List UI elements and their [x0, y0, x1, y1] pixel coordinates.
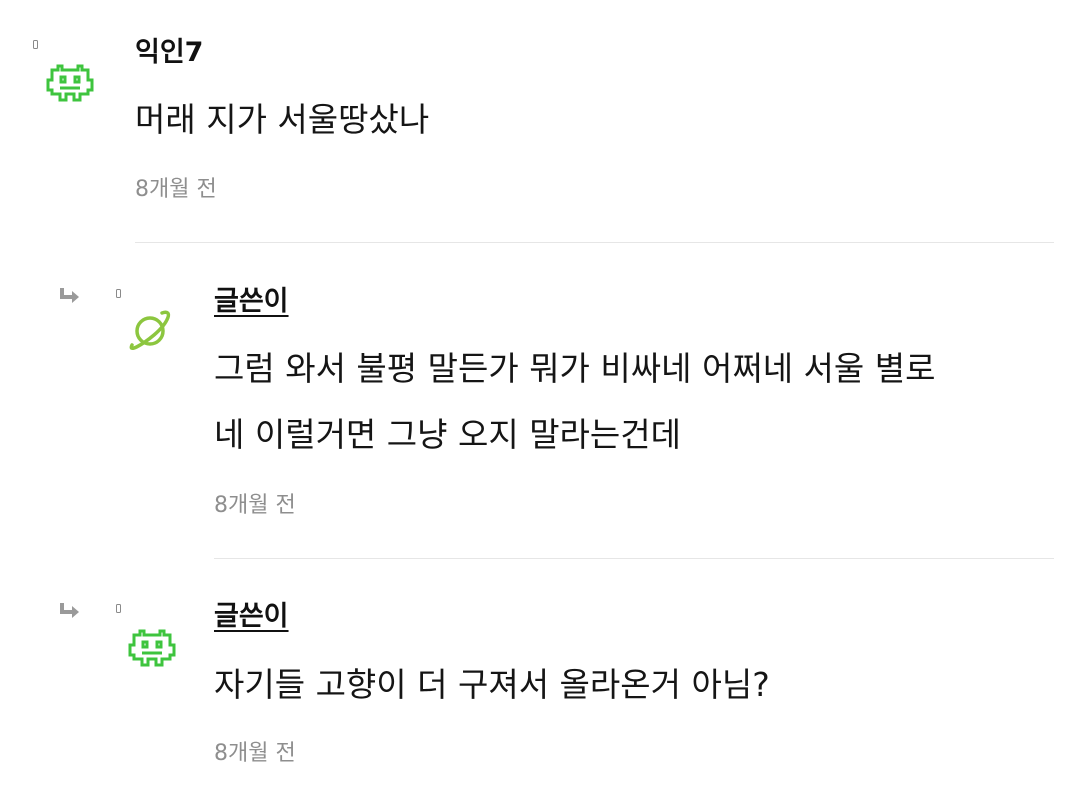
- comment-body-line: 머래 지가 서울땅샀나: [135, 100, 430, 139]
- comment-author[interactable]: 익인7: [135, 36, 203, 70]
- comment-body-line: 네 이럴거면 그냥 오지 말라는건데: [214, 415, 681, 454]
- comment-timestamp: 8개월 전: [135, 177, 217, 202]
- comment-body-line: 자기들 고향이 더 구져서 올라온거 아님?: [214, 665, 770, 704]
- planet-icon[interactable]: [124, 305, 176, 357]
- comment-author[interactable]: 글쓴이: [214, 600, 289, 634]
- comment-timestamp: 8개월 전: [214, 741, 296, 766]
- comment-marker-icon: [116, 604, 121, 613]
- comment-author[interactable]: 글쓴이: [214, 285, 289, 319]
- comment-item: 익인7 머래 지가 서울땅샀나 8개월 전: [0, 0, 1080, 243]
- reply-arrow-icon: [60, 288, 79, 303]
- comment-timestamp: 8개월 전: [214, 493, 296, 518]
- comment-body-line: 그럼 와서 불평 말든가 뭐가 비싸네 어쩌네 서울 별로: [214, 349, 936, 388]
- reply-arrow-icon: [60, 603, 79, 618]
- pixel-invader-icon[interactable]: [126, 621, 178, 673]
- reply-comment-item: 글쓴이 그럼 와서 불평 말든가 뭐가 비싸네 어쩌네 서울 별로 네 이럴거면…: [0, 243, 1080, 559]
- pixel-invader-icon[interactable]: [44, 56, 96, 108]
- comment-marker-icon: [116, 289, 121, 298]
- comment-marker-icon: [33, 40, 38, 49]
- reply-comment-item: 글쓴이 자기들 고향이 더 구져서 올라온거 아님? 8개월 전: [0, 559, 1080, 790]
